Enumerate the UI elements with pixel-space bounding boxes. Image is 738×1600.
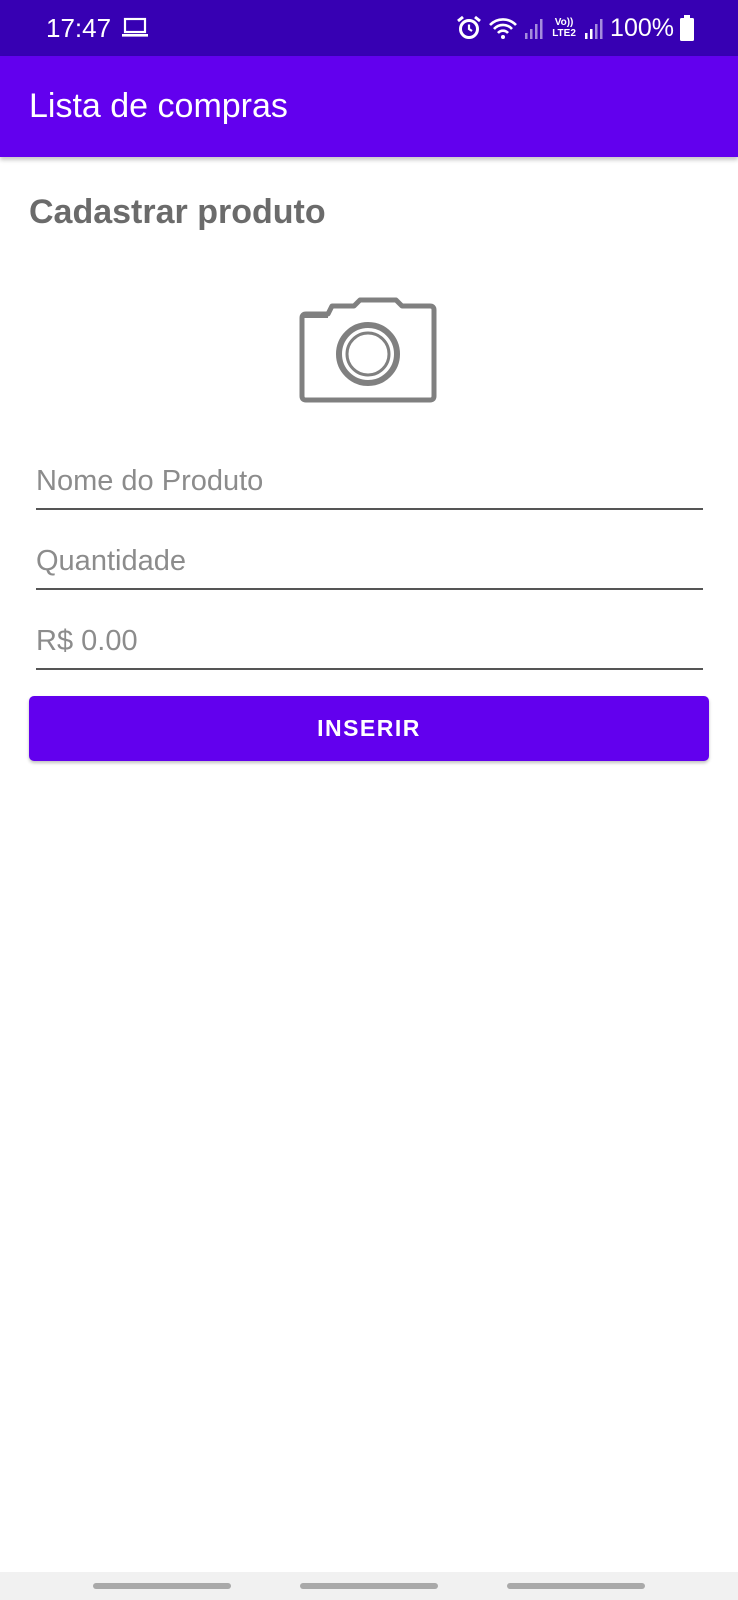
battery-icon <box>680 15 694 41</box>
app-bar: Lista de compras <box>0 56 738 157</box>
price-input[interactable] <box>36 614 703 670</box>
recents-button[interactable] <box>93 1583 231 1589</box>
battery-percent: 100% <box>610 14 674 42</box>
quantity-input[interactable] <box>36 534 703 590</box>
status-bar: 17:47 Vo)) LTE2 100% <box>0 0 738 56</box>
home-button[interactable] <box>300 1583 438 1589</box>
status-time: 17:47 <box>46 13 112 43</box>
signal-icon <box>585 19 603 39</box>
laptop-icon <box>122 17 148 37</box>
camera-icon <box>299 297 437 403</box>
status-icons: Vo)) LTE2 100% <box>456 12 694 44</box>
back-button[interactable] <box>507 1583 645 1589</box>
page-title: Cadastrar produto <box>29 193 326 231</box>
volte-icon: Vo)) LTE2 <box>552 17 576 39</box>
product-image-button[interactable] <box>298 294 440 404</box>
product-name-input[interactable] <box>36 454 703 510</box>
alarm-icon <box>457 15 481 39</box>
signal-icon <box>525 19 543 39</box>
insert-button[interactable]: INSERIR <box>29 696 709 761</box>
app-title: Lista de compras <box>29 87 288 125</box>
wifi-icon <box>489 18 517 39</box>
navigation-bar <box>0 1572 738 1600</box>
